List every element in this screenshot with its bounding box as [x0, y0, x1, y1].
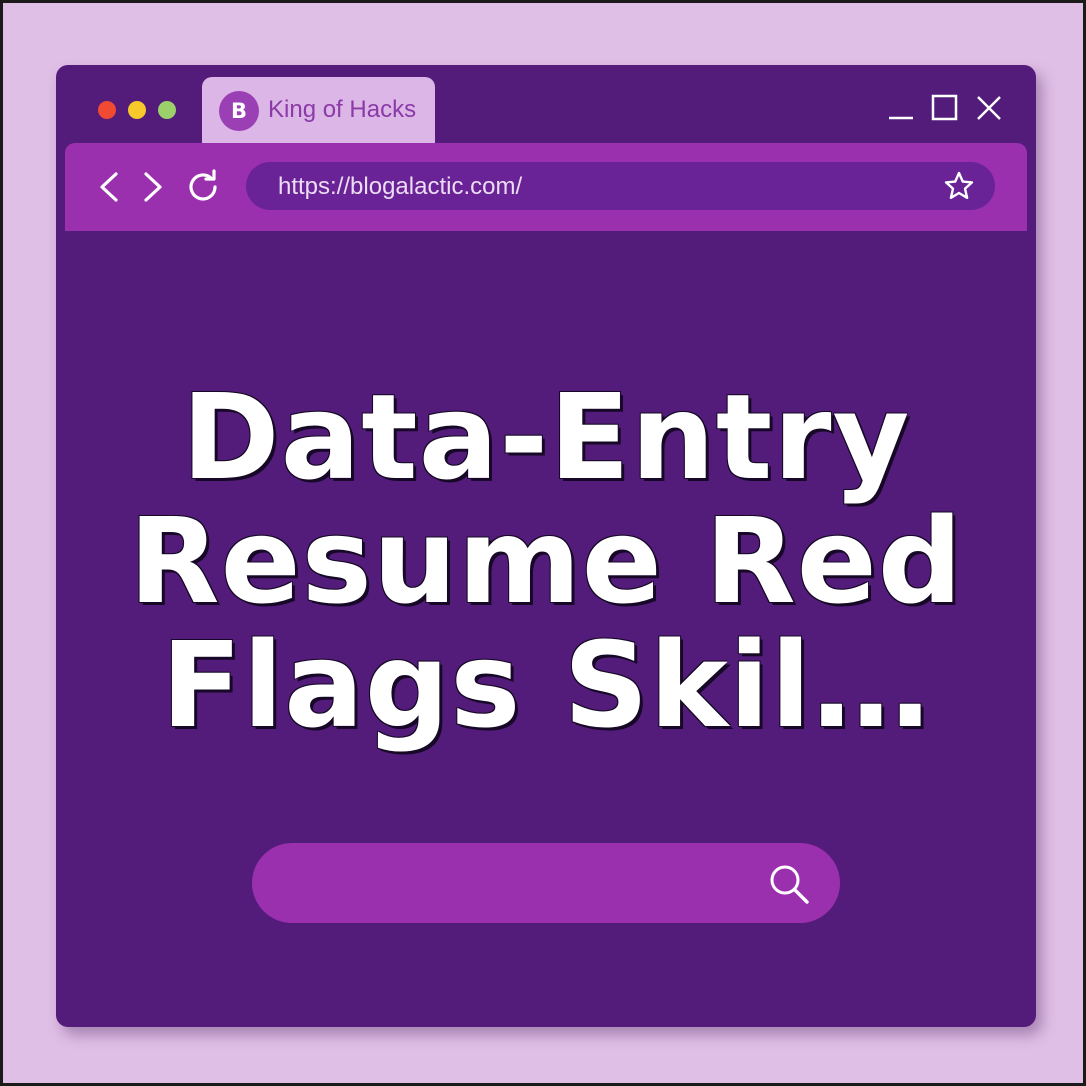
page-background: B King of Hacks https://blogalactic.com/… — [0, 0, 1086, 1086]
chevron-left-icon[interactable] — [89, 166, 131, 208]
chevron-right-icon[interactable] — [131, 166, 173, 208]
tab-favicon: B — [219, 91, 259, 131]
maximize-icon[interactable] — [930, 93, 960, 123]
reload-icon[interactable] — [183, 166, 225, 208]
address-bar[interactable]: https://blogalactic.com/ — [246, 162, 995, 210]
browser-tab[interactable]: B King of Hacks — [202, 77, 435, 143]
search-icon[interactable] — [766, 861, 812, 907]
search-input[interactable] — [252, 843, 840, 923]
maximize-dot-icon[interactable] — [158, 101, 176, 119]
tab-title: King of Hacks — [268, 96, 417, 123]
close-dot-icon[interactable] — [98, 101, 116, 119]
url-text[interactable]: https://blogalactic.com/ — [278, 173, 522, 201]
minimize-icon[interactable] — [886, 93, 916, 123]
minimize-dot-icon[interactable] — [128, 101, 146, 119]
browser-toolbar: https://blogalactic.com/ — [65, 143, 1027, 231]
browser-window: B King of Hacks https://blogalactic.com/… — [56, 65, 1036, 1027]
close-icon[interactable] — [974, 93, 1004, 123]
page-title: Data-Entry Resume Red Flags Skil… — [128, 368, 964, 754]
star-icon[interactable] — [943, 170, 975, 202]
